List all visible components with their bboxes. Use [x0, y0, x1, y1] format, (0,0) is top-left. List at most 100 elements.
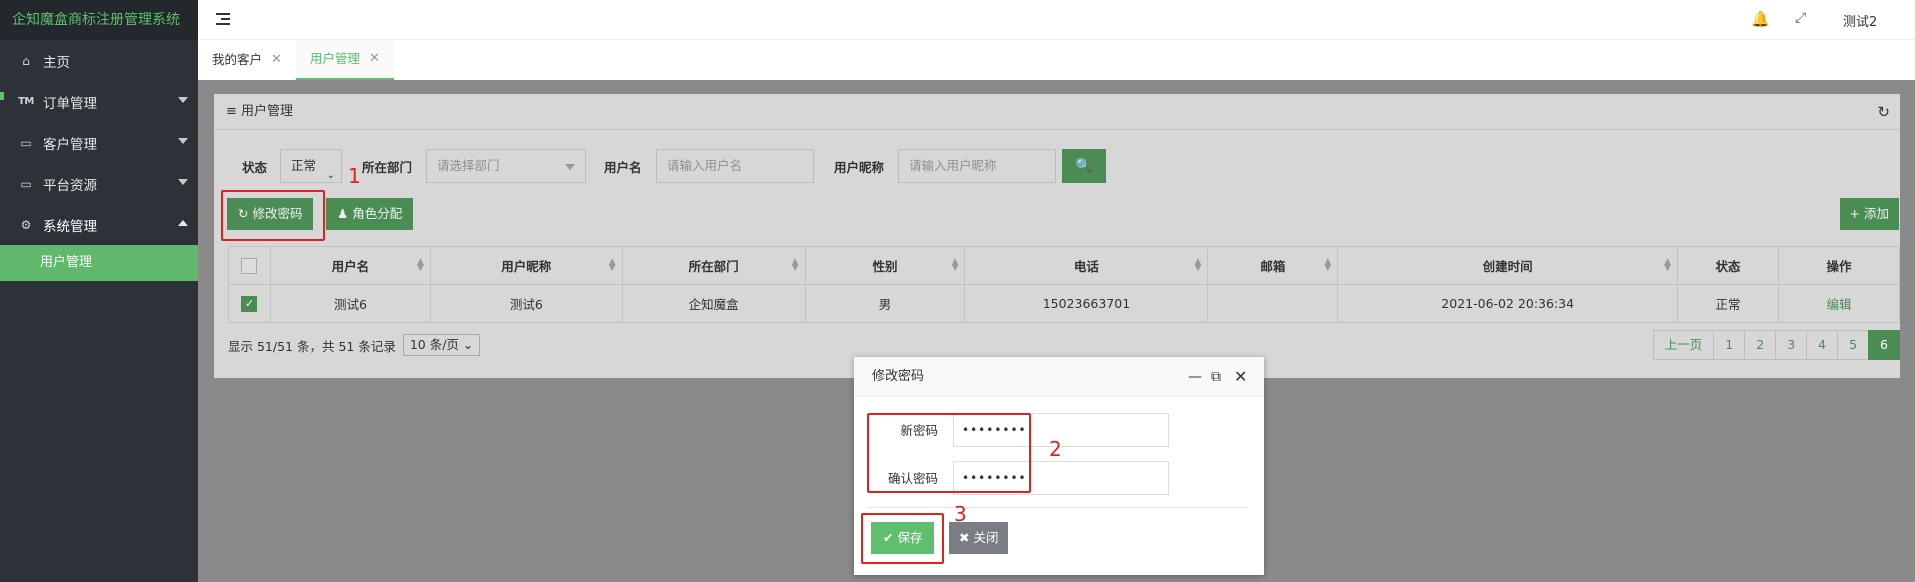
tab-my-customers[interactable]: 我的客户 ✕	[198, 40, 296, 80]
annotation-number-1: 1	[348, 164, 361, 188]
sidebar-item-orders[interactable]: TM 订单管理	[0, 81, 198, 122]
chevron-down-icon: ⌄	[326, 170, 335, 181]
assign-role-button[interactable]: ♟ 角色分配	[326, 198, 414, 230]
dialog-header: 修改密码 — ⧉ ✕	[854, 357, 1264, 397]
column-header[interactable]: 用户名 ▲ ▼	[269, 246, 431, 285]
user-icon: ♟	[337, 206, 349, 221]
chevron-down-icon	[178, 97, 188, 103]
chevron-down-icon	[178, 138, 188, 144]
panel-title: 用户管理	[241, 104, 294, 119]
page-size-value: 10 条/页	[409, 337, 459, 352]
row-checkbox[interactable]: ✓	[241, 295, 258, 312]
sidebar-subitem-user-management[interactable]: 用户管理	[0, 245, 198, 281]
close-icon[interactable]: ✕	[271, 40, 282, 80]
dept-select[interactable]: 请选择部门	[426, 149, 586, 183]
page-size-select[interactable]: 10 条/页 ⌄	[402, 334, 481, 356]
sort-icon: ▲ ▼	[416, 257, 424, 273]
row-select-cell[interactable]: ✓	[228, 284, 271, 323]
minimize-icon[interactable]: —	[1188, 357, 1202, 397]
sidebar-item-system[interactable]: ⚙ 系统管理	[0, 204, 198, 245]
page-button[interactable]: 5	[1837, 330, 1870, 360]
page-button[interactable]: 3	[1775, 330, 1808, 360]
cell-action: 编辑	[1778, 284, 1900, 323]
username-label: 用户名	[604, 160, 642, 175]
cell-status: 正常	[1677, 284, 1780, 323]
sort-icon: ▲ ▼	[791, 257, 799, 273]
annotation-box-1	[221, 190, 325, 241]
page-button[interactable]: 2	[1744, 330, 1777, 360]
close-icon[interactable]: ✕	[1234, 357, 1247, 397]
cell-email	[1207, 284, 1339, 323]
refresh-icon[interactable]: ↻	[1877, 94, 1890, 130]
page-button[interactable]: 1	[1713, 330, 1746, 360]
monitor-icon: ▭	[20, 135, 32, 150]
table-row[interactable]: ✓ 测试6 测试6 企知魔盒 男 15023663701 2021-06-02 …	[228, 284, 1900, 323]
tab-user-management[interactable]: 用户管理 ✕	[295, 39, 394, 80]
username-input[interactable]: 请输入用户名	[656, 149, 814, 183]
bell-icon[interactable]: 🔔	[1751, 10, 1770, 28]
tm-icon: TM	[18, 96, 34, 107]
sort-icon: ▲ ▼	[951, 257, 959, 273]
button-label: 关闭	[973, 530, 999, 545]
nickname-input[interactable]: 请输入用户昵称	[898, 149, 1056, 183]
cell-nickname: 测试6	[429, 284, 623, 323]
column-header: 状态	[1677, 246, 1780, 285]
home-icon: ⌂	[22, 53, 30, 68]
dept-placeholder: 请选择部门	[437, 158, 500, 173]
user-management-panel: ≡ 用户管理 ↻ 状态 正常 ⌄ 所在部门 请选择部门 用户名 请输入用户名 用…	[214, 94, 1900, 378]
menu-toggle-icon[interactable]	[216, 13, 230, 28]
button-label: 角色分配	[352, 206, 403, 221]
select-all-checkbox[interactable]	[241, 257, 258, 274]
page-tabs: 我的客户 ✕ 用户管理 ✕	[198, 40, 1915, 80]
close-button[interactable]: ✖ 关闭	[949, 522, 1009, 554]
close-icon[interactable]: ✕	[369, 39, 380, 79]
column-header[interactable]: 性别 ▲ ▼	[804, 246, 966, 285]
page-button[interactable]: 4	[1806, 330, 1839, 360]
button-label: 添加	[1863, 206, 1889, 221]
edit-link[interactable]: 编辑	[1827, 297, 1852, 312]
annotation-box-3	[861, 513, 944, 564]
monitor-icon: ▭	[20, 176, 32, 191]
column-header[interactable]: 用户昵称 ▲ ▼	[429, 246, 623, 285]
dept-label: 所在部门	[362, 160, 413, 175]
column-header: 操作	[1778, 246, 1900, 285]
column-header[interactable]: 所在部门 ▲ ▼	[621, 246, 806, 285]
record-count: 显示 51/51 条，共 51 条记录	[228, 338, 396, 354]
sidebar-item-resources[interactable]: ▭ 平台资源	[0, 163, 198, 204]
sidebar: 企知魔盒商标注册管理系统 ⌂ 主页 TM 订单管理 ▭ 客户管理 ▭ 平台资源 …	[0, 0, 198, 582]
nickname-placeholder: 请输入用户昵称	[909, 158, 997, 173]
dialog-divider	[868, 507, 1248, 508]
column-header[interactable]: 电话 ▲ ▼	[964, 246, 1209, 285]
plus-icon: +	[1849, 206, 1860, 221]
close-circle-icon: ✖	[959, 530, 970, 545]
sidebar-item-label: 订单管理	[43, 95, 97, 112]
prev-page-button[interactable]: 上一页	[1652, 330, 1715, 360]
fullscreen-icon[interactable]: ⤢	[1795, 10, 1806, 26]
select-all-cell[interactable]	[228, 246, 271, 285]
sidebar-item-label: 系统管理	[43, 218, 97, 235]
cell-phone: 15023663701	[964, 284, 1209, 323]
tab-label: 用户管理	[309, 51, 360, 66]
sidebar-item-home[interactable]: ⌂ 主页	[0, 40, 198, 81]
search-icon: 🔍	[1075, 158, 1093, 174]
chevron-down-icon	[178, 179, 188, 185]
status-label: 状态	[242, 160, 268, 175]
gear-icon: ⚙	[20, 217, 32, 232]
panel-header: ≡ 用户管理 ↻	[214, 94, 1900, 130]
sidebar-item-customers[interactable]: ▭ 客户管理	[0, 122, 198, 163]
search-button[interactable]: 🔍	[1062, 149, 1106, 183]
add-button[interactable]: + 添加	[1839, 198, 1899, 230]
pagination: 上一页 1 2 3 4 5 6	[1652, 330, 1900, 360]
status-select[interactable]: 正常 ⌄	[280, 149, 342, 183]
column-header[interactable]: 邮箱 ▲ ▼	[1207, 246, 1339, 285]
current-user[interactable]: 测试2	[1843, 11, 1877, 30]
maximize-icon[interactable]: ⧉	[1211, 357, 1221, 397]
page-button-current[interactable]: 6	[1868, 330, 1900, 360]
pagination-info: 显示 51/51 条，共 51 条记录 10 条/页 ⌄	[228, 334, 481, 356]
dialog-title: 修改密码	[872, 369, 925, 384]
username-placeholder: 请输入用户名	[667, 158, 743, 173]
sort-icon: ▲ ▼	[1324, 257, 1332, 273]
user-table: 用户名 ▲ ▼ 用户昵称 ▲ ▼ 所在部门 ▲ ▼ 性别 ▲ ▼ 电话 ▲ ▼ 邮箱 ▲ ▼ 创建时间 ▲…	[228, 246, 1900, 323]
table-header-row: 用户名 ▲ ▼ 用户昵称 ▲ ▼ 所在部门 ▲ ▼ 性别 ▲ ▼ 电话 ▲ ▼ 邮箱 ▲ ▼ 创建时间 ▲…	[228, 246, 1900, 285]
column-header[interactable]: 创建时间 ▲ ▼	[1337, 246, 1679, 285]
